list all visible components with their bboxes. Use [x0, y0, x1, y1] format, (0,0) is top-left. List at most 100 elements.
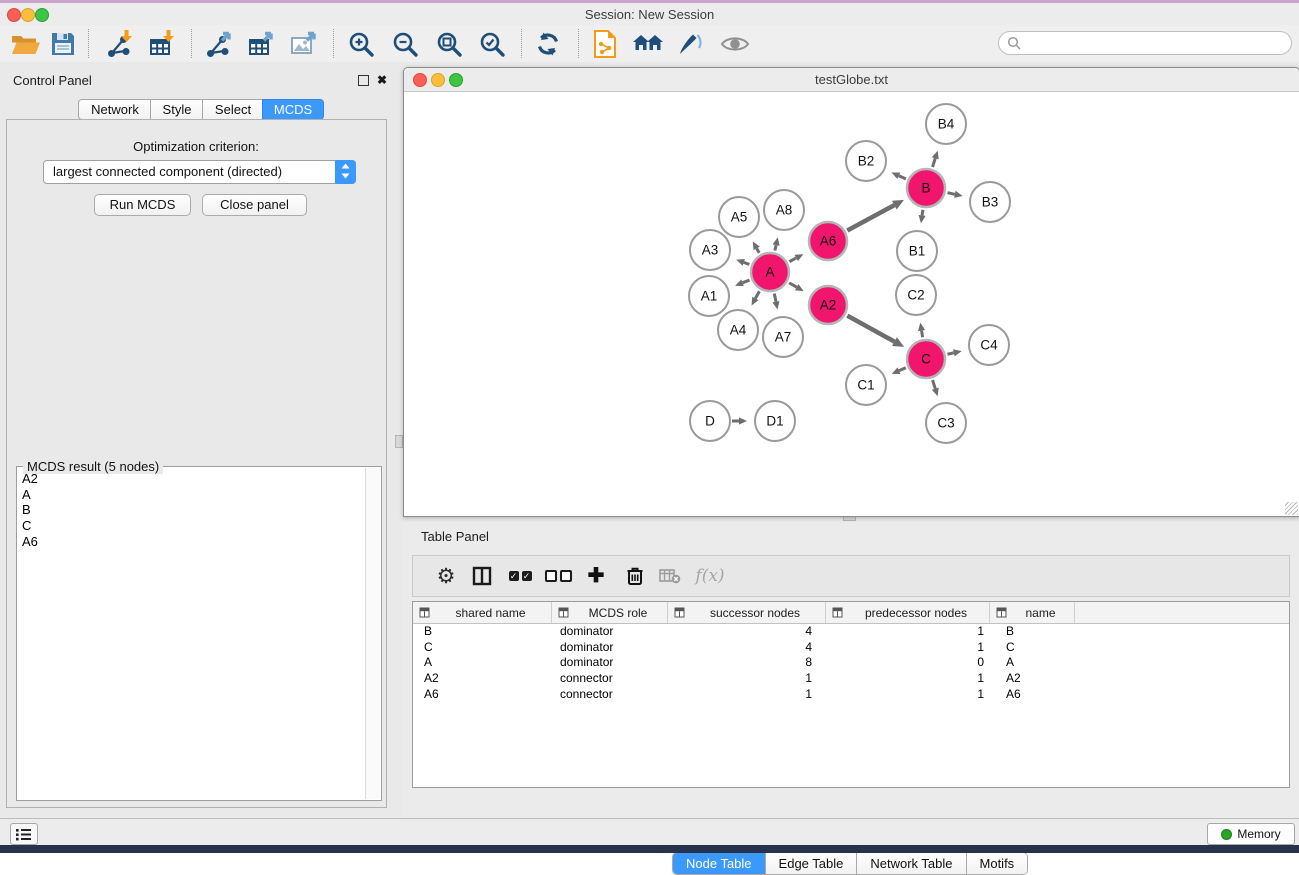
node-D[interactable]: D [690, 401, 730, 441]
edge-B-B4[interactable] [933, 158, 936, 167]
resize-grip[interactable] [1285, 502, 1298, 515]
import-table-icon[interactable] [146, 29, 178, 59]
show-hide-icon[interactable] [719, 29, 751, 59]
node-B3[interactable]: B3 [970, 182, 1010, 222]
column-header-MCDS-role[interactable]: MCDS role [552, 602, 668, 623]
cell[interactable]: A6 [413, 687, 552, 703]
node-D1[interactable]: D1 [755, 401, 795, 441]
cell[interactable]: 1 [826, 687, 990, 703]
new-network-icon[interactable] [589, 29, 621, 59]
edge-A2-C[interactable] [847, 316, 894, 342]
cell[interactable]: dominator [552, 640, 668, 656]
node-C4[interactable]: C4 [969, 325, 1009, 365]
criterion-dropdown[interactable]: largest connected component (directed) [43, 160, 356, 184]
cell[interactable]: 4 [668, 640, 826, 656]
edge-C-C1[interactable] [899, 368, 906, 371]
export-image-icon[interactable] [288, 29, 320, 59]
export-table-icon[interactable] [245, 29, 277, 59]
edge-C-C4[interactable] [947, 353, 953, 354]
zoom-selected-icon[interactable] [476, 29, 508, 59]
column-header-predecessor-nodes[interactable]: predecessor nodes [826, 602, 990, 623]
zoom-out-icon[interactable] [389, 29, 421, 59]
cell[interactable]: B [990, 624, 1075, 640]
edge-A-A3[interactable] [744, 262, 750, 264]
node-C1[interactable]: C1 [846, 365, 886, 405]
float-panel-icon[interactable] [358, 75, 369, 86]
table-tab-node-table[interactable]: Node Table [673, 853, 766, 874]
edge-A-A4[interactable] [755, 291, 759, 298]
table-row-A[interactable]: Adominator80A [413, 655, 1289, 671]
node-B[interactable]: B [907, 169, 945, 207]
memory-button[interactable]: Memory [1207, 823, 1295, 845]
node-A5[interactable]: A5 [719, 197, 759, 237]
edge-C-C3[interactable] [933, 380, 936, 389]
table-tab-network-table[interactable]: Network Table [857, 853, 966, 874]
tab-network[interactable]: Network [78, 99, 152, 120]
save-session-icon[interactable] [47, 29, 79, 59]
network-canvas[interactable]: B4B2BB3A8A5A6B1A3AC2A1A2A4A7C4CC1C3DD1 [404, 92, 1299, 516]
cell[interactable]: A2 [990, 671, 1075, 687]
node-A3[interactable]: A3 [690, 230, 730, 270]
run-mcds-button[interactable]: Run MCDS [94, 194, 191, 216]
close-panel-icon[interactable]: ✖ [377, 74, 387, 86]
column-header-successor-nodes[interactable]: successor nodes [668, 602, 826, 623]
apply-layout-icon[interactable] [532, 29, 564, 59]
node-C2[interactable]: C2 [896, 275, 936, 315]
function-builder-icon[interactable]: f(x) [693, 556, 727, 596]
cell[interactable]: B [413, 624, 552, 640]
cell[interactable]: connector [552, 671, 668, 687]
cell[interactable]: A2 [413, 671, 552, 687]
cell[interactable]: connector [552, 687, 668, 703]
delete-table-icon[interactable] [653, 556, 687, 596]
select-all-icon[interactable]: ✓✓ [503, 556, 537, 596]
node-A6[interactable]: A6 [809, 222, 847, 260]
deselect-all-icon[interactable] [541, 556, 575, 596]
edge-B-B1[interactable] [922, 210, 923, 216]
edge-A-A5[interactable] [757, 248, 760, 252]
cell[interactable]: 8 [668, 655, 826, 671]
table-row-A2[interactable]: A2connector11A2 [413, 671, 1289, 687]
search-input[interactable] [1025, 33, 1284, 53]
node-A[interactable]: A [751, 253, 789, 291]
node-A7[interactable]: A7 [763, 317, 803, 357]
node-C3[interactable]: C3 [926, 403, 966, 443]
cell[interactable]: dominator [552, 624, 668, 640]
table-row-C[interactable]: Cdominator41C [413, 640, 1289, 656]
cell[interactable]: A6 [990, 687, 1075, 703]
mcds-result-item[interactable]: A2 [18, 471, 364, 487]
edge-A6-B[interactable] [847, 205, 894, 230]
delete-column-icon[interactable] [618, 556, 652, 596]
tab-style[interactable]: Style [150, 99, 204, 120]
edge-A-A8[interactable] [775, 245, 776, 250]
tab-mcds[interactable]: MCDS [262, 99, 324, 120]
node-A4[interactable]: A4 [718, 310, 758, 350]
node-A1[interactable]: A1 [689, 276, 729, 316]
edge-C-C2[interactable] [922, 331, 923, 338]
table-settings-icon[interactable]: ⚙ [429, 556, 463, 596]
style-brush-icon[interactable] [674, 29, 706, 59]
table-tab-motifs[interactable]: Motifs [967, 853, 1028, 874]
edge-A-A6[interactable] [789, 258, 796, 262]
cell[interactable]: A [990, 655, 1075, 671]
node-B2[interactable]: B2 [846, 141, 886, 181]
table-tab-edge-table[interactable]: Edge Table [766, 853, 858, 874]
import-network-icon[interactable] [104, 29, 136, 59]
zoom-in-icon[interactable] [345, 29, 377, 59]
cell[interactable]: C [990, 640, 1075, 656]
column-visibility-icon[interactable] [465, 556, 499, 596]
node-B4[interactable]: B4 [926, 104, 966, 144]
edge-A-A1[interactable] [743, 280, 750, 283]
mcds-result-item[interactable]: A [18, 487, 364, 503]
node-C[interactable]: C [907, 340, 945, 378]
cell[interactable]: 1 [826, 624, 990, 640]
node-A2[interactable]: A2 [809, 286, 847, 324]
column-header-name[interactable]: name [990, 602, 1075, 623]
task-history-button[interactable] [10, 823, 38, 845]
vertical-split-handle[interactable] [395, 435, 403, 448]
add-column-icon[interactable]: ✚ [579, 556, 613, 596]
result-scrollbar[interactable] [365, 468, 380, 799]
cell[interactable]: 1 [668, 687, 826, 703]
node-A8[interactable]: A8 [764, 190, 804, 230]
cell[interactable]: 1 [826, 671, 990, 687]
cell[interactable]: A [413, 655, 552, 671]
